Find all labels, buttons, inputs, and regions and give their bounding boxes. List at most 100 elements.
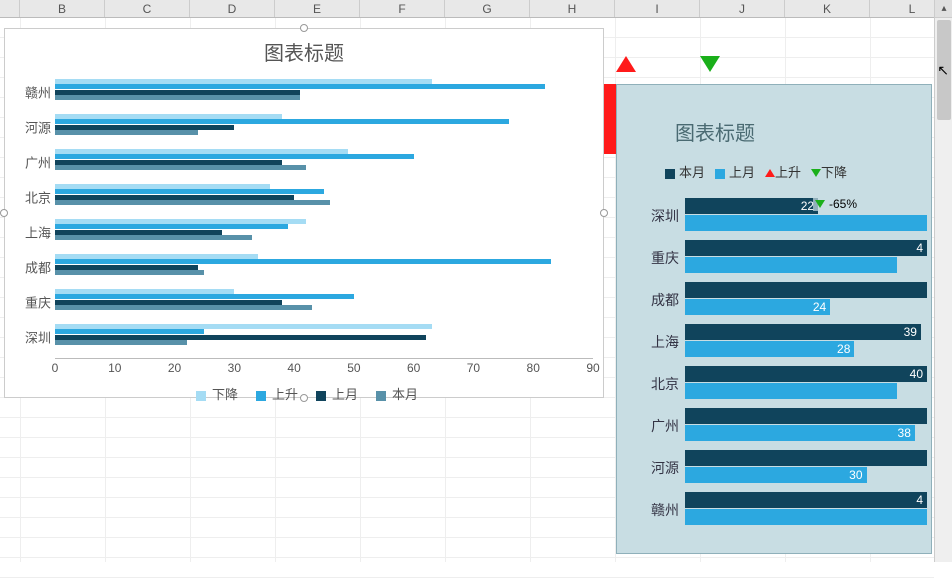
bar-segment bbox=[55, 154, 414, 159]
bar-value-label: 28 bbox=[837, 341, 850, 357]
bar-segment: 28 bbox=[685, 341, 854, 357]
chart-title: 图表标题 bbox=[5, 29, 603, 74]
bar-segment bbox=[55, 119, 509, 124]
y-axis-label: 广州 bbox=[633, 416, 679, 436]
bar-segment: 24 bbox=[685, 299, 830, 315]
resize-handle-icon[interactable] bbox=[300, 394, 308, 402]
bar-value-label: 30 bbox=[849, 467, 862, 483]
column-header[interactable]: H bbox=[530, 0, 615, 17]
x-tick-label: 40 bbox=[287, 361, 300, 375]
x-tick-label: 0 bbox=[52, 361, 59, 375]
legend-item: 上升 bbox=[765, 165, 801, 180]
y-axis-label: 上海 bbox=[633, 332, 679, 352]
y-axis-label: 北京 bbox=[633, 374, 679, 394]
bar-segment bbox=[685, 215, 927, 231]
legend-item: 本月 bbox=[370, 387, 418, 402]
bar-segment: 4 bbox=[685, 240, 927, 256]
y-axis-label: 赣州 bbox=[633, 500, 679, 520]
bar-segment bbox=[55, 95, 300, 100]
bar-segment bbox=[685, 257, 897, 273]
bar-segment bbox=[685, 383, 897, 399]
vertical-scrollbar[interactable]: ▴ bbox=[934, 0, 952, 562]
chart-plot-area: 深圳22-65%重庆4成都24上海3928北京40广州38河源30赣州4 bbox=[633, 195, 927, 531]
bar-value-label: 38 bbox=[898, 425, 911, 441]
x-tick-label: 80 bbox=[527, 361, 540, 375]
bar-segment bbox=[55, 114, 282, 119]
bar-segment bbox=[685, 282, 927, 298]
y-axis-label: 成都 bbox=[633, 290, 679, 310]
resize-handle-icon[interactable] bbox=[300, 24, 308, 32]
column-headers: BCDEFGHIJKL bbox=[0, 0, 952, 18]
selection-handle[interactable] bbox=[604, 84, 616, 154]
bar-segment: 4 bbox=[685, 492, 927, 508]
bar-segment bbox=[55, 165, 306, 170]
bar-value-label: 39 bbox=[904, 324, 917, 340]
y-axis-label: 深圳 bbox=[15, 327, 51, 346]
bar-segment bbox=[55, 184, 270, 189]
bar-segment bbox=[55, 125, 234, 130]
x-tick-label: 30 bbox=[228, 361, 241, 375]
column-header[interactable]: I bbox=[615, 0, 700, 17]
x-tick-label: 10 bbox=[108, 361, 121, 375]
chart-left[interactable]: 图表标题 赣州河源广州北京上海成都重庆深圳 010203040506070809… bbox=[4, 28, 604, 398]
chart-title: 图表标题 bbox=[675, 117, 927, 146]
bar-segment bbox=[55, 149, 348, 154]
triangle-up-icon bbox=[616, 56, 636, 72]
y-axis-label: 成都 bbox=[15, 257, 51, 276]
x-tick-label: 60 bbox=[407, 361, 420, 375]
bar-segment bbox=[55, 160, 282, 165]
y-axis-label: 重庆 bbox=[633, 248, 679, 268]
x-tick-label: 50 bbox=[347, 361, 360, 375]
bar-segment: 39 bbox=[685, 324, 921, 340]
y-axis-label: 赣州 bbox=[15, 82, 51, 101]
column-header[interactable]: G bbox=[445, 0, 530, 17]
legend-item: 上升 bbox=[250, 387, 298, 402]
bar-segment bbox=[55, 265, 198, 270]
legend-item: 上月 bbox=[715, 165, 755, 180]
y-axis-label: 广州 bbox=[15, 152, 51, 171]
column-header[interactable]: K bbox=[785, 0, 870, 17]
legend-item: 下降 bbox=[190, 387, 238, 402]
scroll-up-button[interactable]: ▴ bbox=[935, 0, 952, 18]
resize-handle-icon[interactable] bbox=[0, 209, 8, 217]
column-header[interactable]: F bbox=[360, 0, 445, 17]
x-tick-label: 20 bbox=[168, 361, 181, 375]
bar-segment bbox=[685, 450, 927, 466]
x-tick-label: 70 bbox=[467, 361, 480, 375]
column-header[interactable]: C bbox=[105, 0, 190, 17]
resize-handle-icon[interactable] bbox=[600, 209, 608, 217]
bar-segment bbox=[55, 335, 426, 340]
bar-value-label: 24 bbox=[813, 299, 826, 315]
y-axis-label: 河源 bbox=[15, 117, 51, 136]
column-header[interactable]: D bbox=[190, 0, 275, 17]
bar-segment bbox=[55, 294, 354, 299]
bar-segment bbox=[685, 509, 927, 525]
column-header[interactable]: E bbox=[275, 0, 360, 17]
chart-plot-area: 赣州河源广州北京上海成都重庆深圳 bbox=[55, 74, 593, 354]
y-axis-label: 重庆 bbox=[15, 292, 51, 311]
column-header[interactable]: B bbox=[20, 0, 105, 17]
bar-segment bbox=[55, 90, 300, 95]
scroll-thumb[interactable] bbox=[937, 20, 951, 120]
bar-segment bbox=[55, 340, 187, 345]
column-header[interactable]: J bbox=[700, 0, 785, 17]
bar-segment bbox=[55, 200, 330, 205]
bar-segment bbox=[55, 270, 204, 275]
y-axis-label: 北京 bbox=[15, 187, 51, 206]
chart-right[interactable]: 图表标题 本月上月上升下降 深圳22-65%重庆4成都24上海3928北京40广… bbox=[616, 84, 932, 554]
legend-item: 本月 bbox=[665, 165, 705, 180]
bar-segment: 40 bbox=[685, 366, 927, 382]
y-axis-label: 河源 bbox=[633, 458, 679, 478]
chart-legend: 本月上月上升下降 bbox=[665, 162, 927, 181]
bar-segment bbox=[55, 235, 252, 240]
bar-segment bbox=[55, 219, 306, 224]
y-axis-label: 深圳 bbox=[633, 206, 679, 226]
bar-segment bbox=[55, 79, 432, 84]
bar-segment bbox=[55, 254, 258, 259]
x-tick-label: 90 bbox=[586, 361, 599, 375]
bar-segment bbox=[55, 189, 324, 194]
y-axis-label: 上海 bbox=[15, 222, 51, 241]
bar-segment bbox=[55, 195, 294, 200]
bar-segment bbox=[55, 230, 222, 235]
bar-segment bbox=[55, 130, 198, 135]
